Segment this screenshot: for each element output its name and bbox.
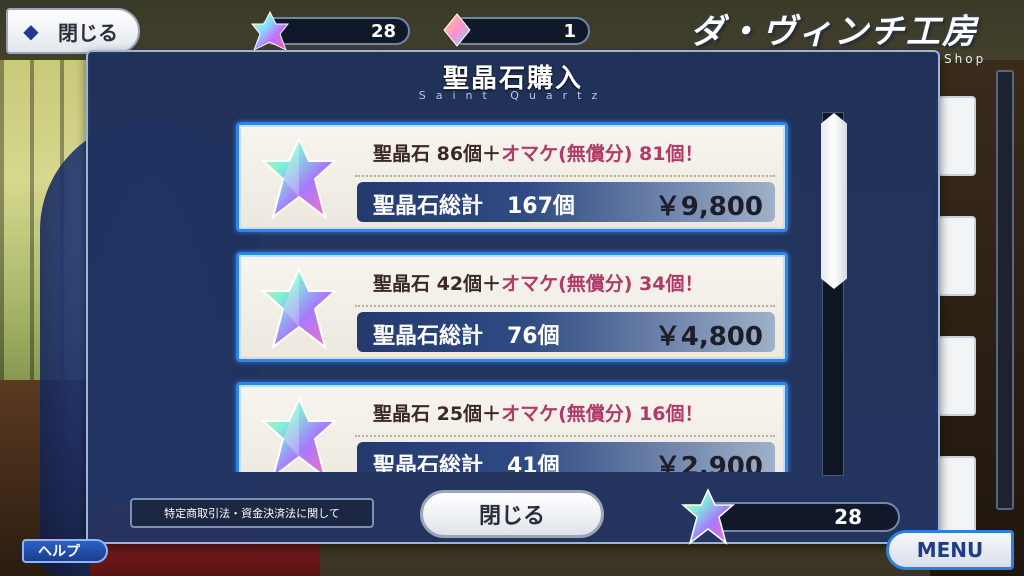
offer-description: 聖晶石 42個＋オマケ(無償分) 34個！	[373, 269, 704, 296]
shop-subtitle: Shop	[944, 52, 987, 66]
divider	[355, 435, 775, 437]
shop-menu-tab[interactable]	[936, 96, 976, 176]
offer-list[interactable]: 聖晶石 86個＋オマケ(無償分) 81個！ 聖晶石総計 167個 ￥9,800 …	[146, 116, 796, 472]
offer-price: ￥9,800	[654, 192, 763, 222]
offer-list-scrollbar[interactable]	[821, 112, 847, 476]
shop-menu-scrollbar[interactable]	[996, 70, 1014, 510]
saint-quartz-icon	[259, 396, 339, 472]
dialog-subtitle: Saint Quartz	[418, 89, 608, 102]
offer-total-bar: 聖晶石総計 76個 ￥4,800	[357, 312, 775, 352]
saint-quartz-counter: 28	[250, 10, 410, 52]
offer-base-amount: 聖晶石 86個＋	[373, 143, 502, 165]
scroll-thumb[interactable]	[821, 113, 847, 289]
offer-price: ￥4,800	[654, 322, 763, 352]
shop-menu-tab[interactable]	[936, 336, 976, 416]
offer-total-value: 41個	[507, 454, 560, 472]
offer-total-label: 聖晶石総計	[373, 454, 484, 472]
saint-quartz-icon	[259, 266, 339, 355]
mana-prism-count: 1	[563, 20, 576, 42]
owned-saint-quartz-count: 28	[834, 505, 862, 529]
shop-menu-tab[interactable]	[936, 216, 976, 296]
offer-bonus-amount: オマケ(無償分) 81個！	[501, 143, 704, 165]
shop-title: ダ・ヴィンチ工房	[690, 12, 978, 52]
menu-button[interactable]: MENU	[886, 530, 1014, 570]
offer-card[interactable]: 聖晶石 42個＋オマケ(無償分) 34個！ 聖晶石総計 76個 ￥4,800	[236, 252, 788, 362]
help-button[interactable]: ヘルプ	[22, 539, 108, 563]
offer-description: 聖晶石 86個＋オマケ(無償分) 81個！	[373, 139, 704, 166]
top-close-button[interactable]: ◆ 閉じる	[6, 8, 140, 54]
offer-card[interactable]: 聖晶石 86個＋オマケ(無償分) 81個！ 聖晶石総計 167個 ￥9,800	[236, 122, 788, 232]
offer-total-bar: 聖晶石総計 41個 ￥2,900	[357, 442, 775, 472]
legal-notice-button[interactable]: 特定商取引法・資金決済法に関して	[130, 498, 374, 528]
owned-saint-quartz-counter: 28	[680, 488, 900, 545]
offer-total-bar: 聖晶石総計 167個 ￥9,800	[357, 182, 775, 222]
offer-total-label: 聖晶石総計	[373, 194, 484, 219]
offer-price: ￥2,900	[654, 452, 763, 472]
dialog-close-button[interactable]: 閉じる	[420, 490, 604, 538]
back-arrow-icon: ◆	[23, 19, 39, 43]
offer-bonus-amount: オマケ(無償分) 16個！	[501, 403, 704, 425]
saint-quartz-icon	[680, 488, 736, 551]
top-close-label: 閉じる	[58, 20, 118, 45]
divider	[355, 305, 775, 307]
offer-total-value: 167個	[507, 194, 575, 219]
offer-card[interactable]: 聖晶石 25個＋オマケ(無償分) 16個！ 聖晶石総計 41個 ￥2,900	[236, 382, 788, 472]
offer-total-label: 聖晶石総計	[373, 324, 484, 349]
offer-description: 聖晶石 25個＋オマケ(無償分) 16個！	[373, 399, 704, 426]
offer-bonus-amount: オマケ(無償分) 34個！	[501, 273, 704, 295]
divider	[355, 175, 775, 177]
saint-quartz-count: 28	[370, 20, 396, 42]
offer-base-amount: 聖晶石 42個＋	[373, 273, 502, 295]
mana-prism-icon	[440, 10, 474, 55]
offer-base-amount: 聖晶石 25個＋	[373, 403, 502, 425]
saint-quartz-icon	[259, 136, 339, 225]
offer-total-value: 76個	[507, 324, 560, 349]
shop-menu-tab[interactable]	[936, 456, 976, 536]
mana-prism-counter: 1	[443, 13, 590, 47]
